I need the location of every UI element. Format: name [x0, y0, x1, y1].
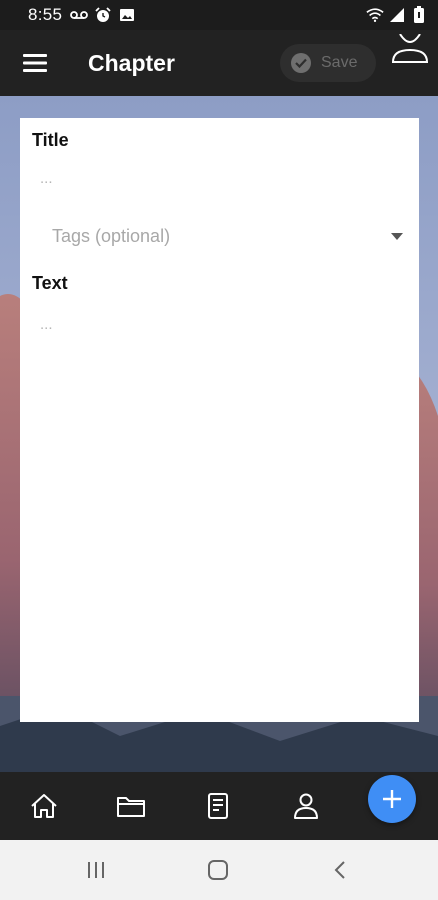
hamburger-icon [23, 54, 47, 72]
wifi-icon [366, 6, 384, 24]
system-back-button[interactable] [326, 858, 354, 882]
check-icon [291, 53, 311, 73]
nav-profile[interactable] [290, 790, 322, 822]
tags-dropdown[interactable]: Tags (optional) [32, 218, 407, 254]
voicemail-icon [70, 6, 89, 24]
home-button-icon [208, 860, 228, 880]
caret-down-icon [391, 227, 403, 245]
nav-home[interactable] [28, 790, 60, 822]
plus-icon [383, 790, 401, 808]
document-icon [208, 793, 228, 819]
alarm-icon [94, 6, 112, 24]
home-icon [31, 794, 57, 818]
save-button[interactable]: Save [280, 44, 376, 82]
recent-apps-button[interactable] [82, 858, 110, 882]
signal-icon [388, 6, 406, 24]
title-label: Title [32, 130, 69, 150]
text-input[interactable] [32, 314, 407, 694]
page-title: Chapter [88, 49, 175, 76]
title-input[interactable] [32, 162, 407, 194]
add-fab-button[interactable] [368, 775, 416, 823]
account-button[interactable] [390, 33, 430, 72]
folder-icon [117, 797, 145, 817]
system-nav-bar [0, 840, 438, 900]
user-avatar-icon [391, 33, 429, 63]
recent-apps-icon [88, 862, 104, 878]
menu-button[interactable] [0, 30, 70, 96]
tags-placeholder: Tags (optional) [52, 225, 171, 246]
status-bar: 8:55 [0, 0, 438, 30]
nav-documents[interactable] [202, 790, 234, 822]
status-time: 8:55 [28, 5, 63, 24]
image-icon [118, 6, 136, 24]
battery-icon [410, 6, 428, 24]
chapter-form-card: Title Tags (optional) Text [20, 118, 419, 722]
nav-folders[interactable] [115, 790, 147, 822]
save-label: Save [321, 54, 358, 71]
profile-icon [294, 793, 318, 819]
text-label: Text [32, 273, 68, 293]
system-home-button[interactable] [204, 858, 232, 882]
back-icon [334, 861, 345, 879]
app-bar: Chapter Save [0, 30, 438, 96]
